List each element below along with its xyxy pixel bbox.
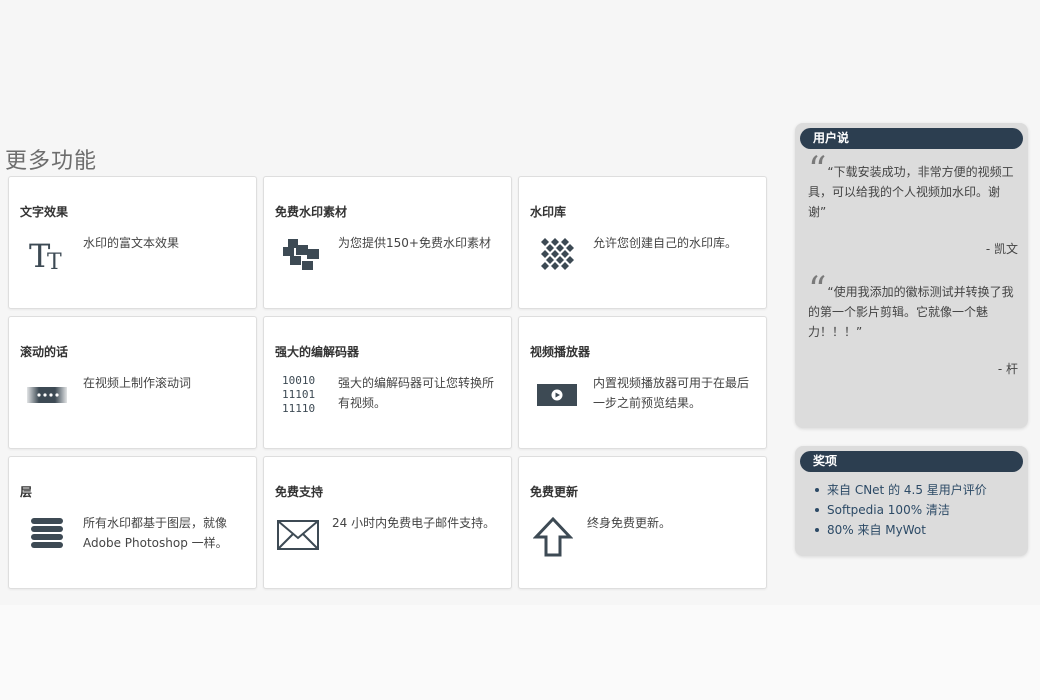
feature-desc: 在视频上制作滚动词 xyxy=(83,376,192,390)
feature-title: 文字效果 xyxy=(20,205,69,219)
feature-desc: 终身免费更新。 xyxy=(587,516,672,530)
binary-line: 11101 xyxy=(282,388,316,401)
award-item: 来自 CNet 的 4.5 星用户评价 xyxy=(815,480,1028,500)
testimonials-box: 用户说 ““下载安装成功，非常方便的视频工具，可以给我的个人视频加水印。谢谢” … xyxy=(795,123,1028,428)
layers-stack-icon xyxy=(23,513,71,557)
binary-code-icon: 10010 11101 11110 xyxy=(282,373,330,417)
envelope-icon xyxy=(274,513,322,557)
feature-card: 视频播放器 内置视频播放器可用于在最后一步之前预览结果。 xyxy=(518,316,767,449)
feature-title: 视频播放器 xyxy=(530,345,591,359)
binary-line: 11110 xyxy=(282,402,316,415)
feature-desc: 强大的编解码器可让您转换所有视频。 xyxy=(338,376,495,410)
feature-card: 滚动的话 在视频上制作滚动词 xyxy=(8,316,257,449)
quote-icon: “ xyxy=(808,150,827,191)
binary-line: 10010 xyxy=(282,374,316,387)
awards-list: 来自 CNet 的 4.5 星用户评价 Softpedia 100% 清洁 80… xyxy=(795,480,1028,540)
text-tt-icon: T T xyxy=(23,233,71,277)
diamond-grid-icon xyxy=(533,233,581,277)
feature-title: 滚动的话 xyxy=(20,345,69,359)
feature-desc: 内置视频播放器可用于在最后一步之前预览结果。 xyxy=(593,376,750,410)
svg-text:T: T xyxy=(47,250,62,275)
feature-card: 免费更新 终身免费更新。 xyxy=(518,456,767,589)
feature-card: 免费水印素材 为您提供150+免费水印素材 xyxy=(263,176,512,309)
footer-band xyxy=(0,605,1040,700)
feature-card: 层 所有水印都基于图层，就像 Adobe Photoshop 一样。 xyxy=(8,456,257,589)
section-title: 更多功能 xyxy=(5,149,98,174)
feature-title: 免费支持 xyxy=(275,485,324,499)
feature-desc: 为您提供150+免费水印素材 xyxy=(338,236,491,250)
scrolling-text-icon xyxy=(23,373,71,417)
feature-desc: 允许您创建自己的水印库。 xyxy=(593,236,738,250)
video-player-icon xyxy=(533,373,581,417)
feature-desc: 24 小时内免费电子邮件支持。 xyxy=(332,516,496,530)
quote-icon: “ xyxy=(808,270,827,311)
testimonial-author: - 凯文 xyxy=(985,242,1018,256)
feature-card: 水印库 允许您创建自己的水印库。 xyxy=(518,176,767,309)
testimonial-text: “下载安装成功，非常方便的视频工具，可以给我的个人视频加水印。谢谢” xyxy=(808,165,1014,219)
award-item: Softpedia 100% 清洁 xyxy=(815,500,1028,520)
testimonial-text: “使用我添加的徽标测试并转换了我的第一个影片剪辑。它就像一个魅力！！！” xyxy=(808,285,1014,339)
feature-title: 强大的编解码器 xyxy=(275,345,360,359)
feature-desc: 所有水印都基于图层，就像 Adobe Photoshop 一样。 xyxy=(83,516,228,550)
feature-card: 文字效果 T T 水印的富文本效果 xyxy=(8,176,257,309)
feature-title: 水印库 xyxy=(530,205,567,219)
feature-title: 层 xyxy=(20,485,33,499)
testimonial: ““使用我添加的徽标测试并转换了我的第一个影片剪辑。它就像一个魅力！！！” xyxy=(795,270,1028,342)
up-arrow-icon xyxy=(529,515,577,559)
feature-card: 强大的编解码器 10010 11101 11110 强大的编解码器可让您转换所有… xyxy=(263,316,512,449)
feature-desc: 水印的富文本效果 xyxy=(83,236,180,250)
awards-box: 奖项 来自 CNet 的 4.5 星用户评价 Softpedia 100% 清洁… xyxy=(795,446,1028,556)
feature-card: 免费支持 24 小时内免费电子邮件支持。 xyxy=(263,456,512,589)
testimonial: ““下载安装成功，非常方便的视频工具，可以给我的个人视频加水印。谢谢” xyxy=(795,150,1028,222)
awards-header: 奖项 xyxy=(800,451,1023,472)
feature-title: 免费更新 xyxy=(530,485,579,499)
features-grid: 文字效果 T T 水印的富文本效果 免费水印素材 为您提供150+免费水印素材 … xyxy=(8,176,767,589)
feature-title: 免费水印素材 xyxy=(275,205,348,219)
testimonial-author: - 杆 xyxy=(997,362,1018,376)
award-item: 80% 来自 MyWot xyxy=(815,520,1028,540)
puzzle-pieces-icon xyxy=(278,233,326,277)
testimonials-header: 用户说 xyxy=(800,128,1023,149)
